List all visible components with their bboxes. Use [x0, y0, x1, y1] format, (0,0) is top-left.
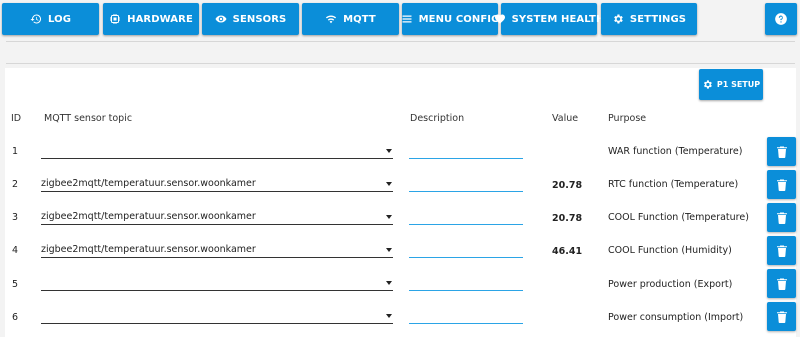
delete-button[interactable]	[767, 203, 796, 232]
topic-select[interactable]: zigbee2mqtt/temperatuur.sensor.woonkamer	[41, 178, 393, 192]
nav-hardware-label: HARDWARE	[127, 13, 193, 25]
chip-icon	[110, 14, 121, 24]
caret-down-icon	[386, 182, 392, 186]
delete-button[interactable]	[767, 302, 796, 331]
nav-system-health-button[interactable]: SYSTEM HEALTH	[494, 3, 604, 35]
divider-top	[6, 41, 795, 42]
sensor-value: 46.41	[552, 246, 583, 257]
sensor-config-panel	[5, 68, 796, 337]
topic-select[interactable]	[41, 145, 393, 159]
delete-button[interactable]	[767, 236, 796, 265]
header-purpose: Purpose	[608, 113, 647, 124]
purpose-label: Power consumption (Import)	[608, 312, 744, 323]
trash-icon	[776, 278, 787, 290]
description-input[interactable]	[409, 211, 523, 225]
nav-settings-button[interactable]: SETTINGS	[601, 3, 697, 35]
trash-icon	[776, 212, 787, 224]
header-description: Description	[410, 113, 465, 124]
delete-button[interactable]	[767, 137, 796, 166]
history-icon	[30, 14, 41, 24]
nav-menu-config-button[interactable]: MENU CONFIG	[402, 3, 500, 35]
purpose-label: RTC function (Temperature)	[608, 179, 739, 190]
delete-button[interactable]	[767, 170, 796, 199]
nav-sensors-button[interactable]: SENSORS	[202, 3, 299, 35]
trash-icon	[776, 245, 787, 257]
p1-setup-button[interactable]: P1 SETUP	[699, 69, 763, 100]
sensor-value: 20.78	[552, 180, 583, 191]
trash-icon	[776, 311, 787, 323]
purpose-label: Power production (Export)	[608, 279, 733, 290]
topic-select-value: zigbee2mqtt/temperatuur.sensor.woonkamer	[41, 244, 256, 255]
sensor-value: 20.78	[552, 213, 583, 224]
gear-icon	[703, 80, 712, 89]
topic-select-value: zigbee2mqtt/temperatuur.sensor.woonkamer	[41, 211, 256, 222]
nav-hardware-button[interactable]: HARDWARE	[103, 3, 199, 35]
caret-down-icon	[386, 281, 392, 285]
description-input[interactable]	[409, 310, 523, 324]
nav-log-button[interactable]: LOG	[2, 3, 99, 35]
description-input[interactable]	[409, 145, 523, 159]
caret-down-icon	[386, 314, 392, 318]
topic-select[interactable]: zigbee2mqtt/temperatuur.sensor.woonkamer	[41, 211, 393, 225]
nav-mqtt-label: MQTT	[343, 13, 376, 25]
menu-icon	[402, 15, 412, 23]
help-icon	[775, 13, 787, 25]
caret-down-icon	[386, 149, 392, 153]
nav-sensors-label: SENSORS	[232, 13, 287, 25]
purpose-label: WAR function (Temperature)	[608, 146, 743, 157]
trash-icon	[776, 146, 787, 158]
p1-setup-label: P1 SETUP	[716, 80, 761, 89]
description-input[interactable]	[409, 178, 523, 192]
purpose-label: COOL Function (Temperature)	[608, 212, 749, 223]
help-button[interactable]	[765, 3, 797, 35]
wifi-icon	[326, 15, 337, 24]
nav-settings-label: SETTINGS	[629, 13, 687, 25]
description-input[interactable]	[409, 277, 523, 291]
top-navigation: LOG HARDWARE SENSORS MQTT MENU CONFIG SY…	[0, 0, 800, 40]
nav-menu-config-label: MENU CONFIG	[418, 13, 500, 25]
topic-select-value: zigbee2mqtt/temperatuur.sensor.woonkamer	[41, 178, 256, 189]
divider-bottom	[6, 63, 795, 64]
topic-select[interactable]	[41, 277, 393, 291]
topic-select[interactable]	[41, 310, 393, 324]
caret-down-icon	[386, 215, 392, 219]
caret-down-icon	[386, 248, 392, 252]
nav-log-label: LOG	[47, 13, 72, 25]
row-id: 4	[12, 245, 19, 256]
header-value: Value	[552, 113, 579, 124]
purpose-label: COOL Function (Humidity)	[608, 245, 732, 256]
delete-button[interactable]	[767, 269, 796, 298]
gear-icon	[614, 14, 623, 24]
topic-select[interactable]: zigbee2mqtt/temperatuur.sensor.woonkamer	[41, 244, 393, 258]
eye-icon	[215, 15, 227, 23]
row-id: 6	[12, 312, 19, 323]
nav-system-health-label: SYSTEM HEALTH	[511, 13, 605, 25]
row-id: 2	[12, 179, 19, 190]
row-id: 5	[12, 279, 19, 290]
nav-mqtt-button[interactable]: MQTT	[302, 3, 399, 35]
header-topic: MQTT sensor topic	[44, 113, 133, 124]
row-id: 3	[12, 212, 19, 223]
trash-icon	[776, 179, 787, 191]
description-input[interactable]	[409, 244, 523, 258]
row-id: 1	[12, 146, 19, 157]
header-id: ID	[11, 113, 22, 124]
heart-icon	[494, 14, 505, 24]
